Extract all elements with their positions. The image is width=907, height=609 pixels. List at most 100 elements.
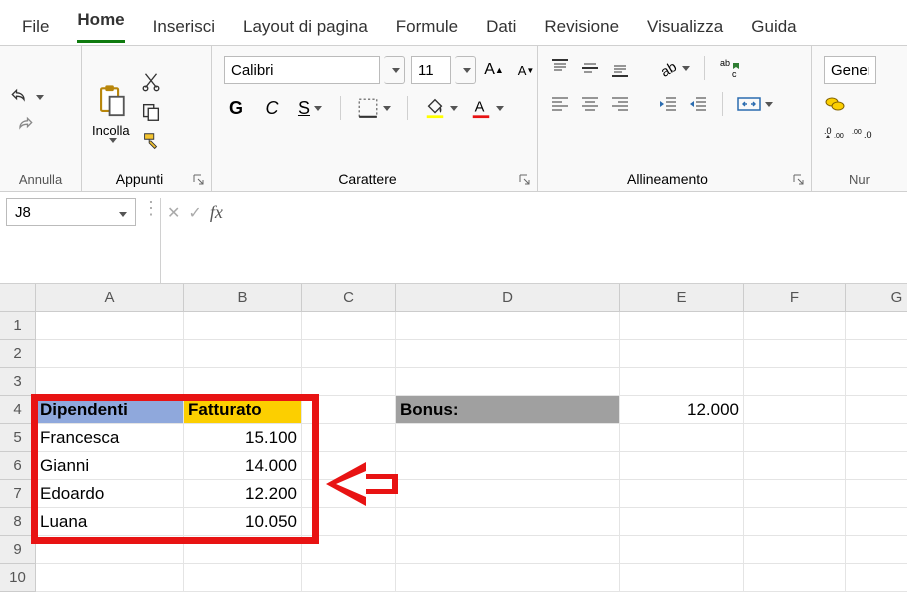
cell[interactable] bbox=[744, 508, 846, 536]
tab-review[interactable]: Revisione bbox=[544, 17, 619, 37]
cell[interactable] bbox=[184, 368, 302, 396]
row-header[interactable]: 2 bbox=[0, 340, 36, 368]
font-name-dd[interactable] bbox=[384, 56, 405, 84]
increase-font-button[interactable]: A▲ bbox=[480, 56, 508, 84]
tab-help[interactable]: Guida bbox=[751, 17, 796, 37]
tab-layout[interactable]: Layout di pagina bbox=[243, 17, 368, 37]
row-header[interactable]: 4 bbox=[0, 396, 36, 424]
col-header[interactable]: B bbox=[184, 284, 302, 312]
cell[interactable] bbox=[846, 396, 907, 424]
row-header[interactable]: 8 bbox=[0, 508, 36, 536]
wrap-text-button[interactable]: abc bbox=[719, 57, 743, 79]
cell[interactable] bbox=[620, 536, 744, 564]
cell[interactable] bbox=[302, 368, 396, 396]
row-header[interactable]: 10 bbox=[0, 564, 36, 592]
bold-button[interactable]: G bbox=[224, 98, 248, 119]
tab-insert[interactable]: Inserisci bbox=[153, 17, 215, 37]
fill-color-button[interactable] bbox=[424, 97, 458, 119]
tab-formulas[interactable]: Formule bbox=[396, 17, 458, 37]
cell[interactable] bbox=[846, 564, 907, 592]
font-color-button[interactable]: A bbox=[470, 97, 504, 119]
cell[interactable] bbox=[846, 508, 907, 536]
cell[interactable] bbox=[184, 340, 302, 368]
col-header[interactable]: F bbox=[744, 284, 846, 312]
font-launcher[interactable] bbox=[517, 172, 531, 186]
align-center-button[interactable] bbox=[580, 94, 600, 114]
cell[interactable] bbox=[620, 480, 744, 508]
cell[interactable] bbox=[36, 536, 184, 564]
cell[interactable] bbox=[302, 536, 396, 564]
undo-button[interactable] bbox=[6, 87, 44, 107]
cell[interactable] bbox=[744, 424, 846, 452]
increase-decimal-button[interactable]: .0.00 bbox=[824, 124, 846, 142]
cell[interactable] bbox=[846, 452, 907, 480]
cell[interactable]: Dipendenti bbox=[36, 396, 184, 424]
row-header[interactable]: 9 bbox=[0, 536, 36, 564]
cell[interactable] bbox=[744, 368, 846, 396]
cell[interactable] bbox=[396, 564, 620, 592]
italic-button[interactable]: C bbox=[260, 98, 284, 119]
cell[interactable] bbox=[846, 536, 907, 564]
align-bottom-button[interactable] bbox=[610, 58, 630, 78]
font-name-input[interactable] bbox=[224, 56, 380, 84]
cell[interactable]: 14.000 bbox=[184, 452, 302, 480]
cell[interactable]: Gianni bbox=[36, 452, 184, 480]
cell[interactable] bbox=[744, 312, 846, 340]
cell[interactable] bbox=[184, 312, 302, 340]
cell[interactable] bbox=[744, 340, 846, 368]
cell[interactable] bbox=[396, 480, 620, 508]
cell[interactable] bbox=[302, 508, 396, 536]
font-size-dd[interactable] bbox=[455, 56, 476, 84]
cell[interactable] bbox=[620, 424, 744, 452]
cell[interactable] bbox=[744, 564, 846, 592]
cell[interactable] bbox=[396, 368, 620, 396]
cell[interactable] bbox=[396, 424, 620, 452]
cell[interactable] bbox=[184, 564, 302, 592]
cell[interactable]: Fatturato bbox=[184, 396, 302, 424]
orientation-button[interactable]: ab bbox=[658, 58, 690, 78]
cell[interactable]: 15.100 bbox=[184, 424, 302, 452]
cell[interactable] bbox=[36, 564, 184, 592]
cell[interactable]: Edoardo bbox=[36, 480, 184, 508]
cell[interactable] bbox=[620, 564, 744, 592]
row-header[interactable]: 1 bbox=[0, 312, 36, 340]
tab-data[interactable]: Dati bbox=[486, 17, 516, 37]
col-header[interactable]: D bbox=[396, 284, 620, 312]
cell[interactable] bbox=[620, 508, 744, 536]
cell[interactable] bbox=[846, 368, 907, 396]
row-header[interactable]: 6 bbox=[0, 452, 36, 480]
insert-function-button[interactable]: fx bbox=[210, 202, 223, 223]
cell[interactable] bbox=[744, 452, 846, 480]
col-header[interactable]: A bbox=[36, 284, 184, 312]
cell[interactable] bbox=[302, 396, 396, 424]
format-painter-button[interactable] bbox=[140, 131, 162, 153]
increase-indent-button[interactable] bbox=[688, 94, 708, 114]
cell[interactable] bbox=[744, 480, 846, 508]
col-header[interactable]: G bbox=[846, 284, 907, 312]
underline-button[interactable]: S bbox=[296, 98, 324, 119]
cell[interactable]: 12.000 bbox=[620, 396, 744, 424]
cell[interactable]: Luana bbox=[36, 508, 184, 536]
paste-button[interactable]: Incolla bbox=[88, 77, 134, 147]
col-header[interactable]: C bbox=[302, 284, 396, 312]
align-middle-button[interactable] bbox=[580, 58, 600, 78]
align-right-button[interactable] bbox=[610, 94, 630, 114]
cell[interactable] bbox=[846, 340, 907, 368]
align-left-button[interactable] bbox=[550, 94, 570, 114]
cell[interactable] bbox=[620, 452, 744, 480]
enter-formula-button[interactable]: ✓ bbox=[188, 203, 201, 223]
col-header[interactable]: E bbox=[620, 284, 744, 312]
currency-button[interactable] bbox=[824, 94, 846, 114]
row-header[interactable]: 7 bbox=[0, 480, 36, 508]
cell[interactable] bbox=[302, 312, 396, 340]
row-header[interactable]: 5 bbox=[0, 424, 36, 452]
name-box[interactable]: J8 bbox=[6, 198, 136, 226]
cell[interactable] bbox=[620, 340, 744, 368]
cell[interactable] bbox=[846, 480, 907, 508]
borders-button[interactable] bbox=[357, 97, 391, 119]
cell[interactable]: Francesca bbox=[36, 424, 184, 452]
cell[interactable]: 12.200 bbox=[184, 480, 302, 508]
tab-file[interactable]: File bbox=[22, 17, 49, 37]
cancel-formula-button[interactable]: ✕ bbox=[167, 203, 180, 223]
font-size-input[interactable] bbox=[411, 56, 451, 84]
